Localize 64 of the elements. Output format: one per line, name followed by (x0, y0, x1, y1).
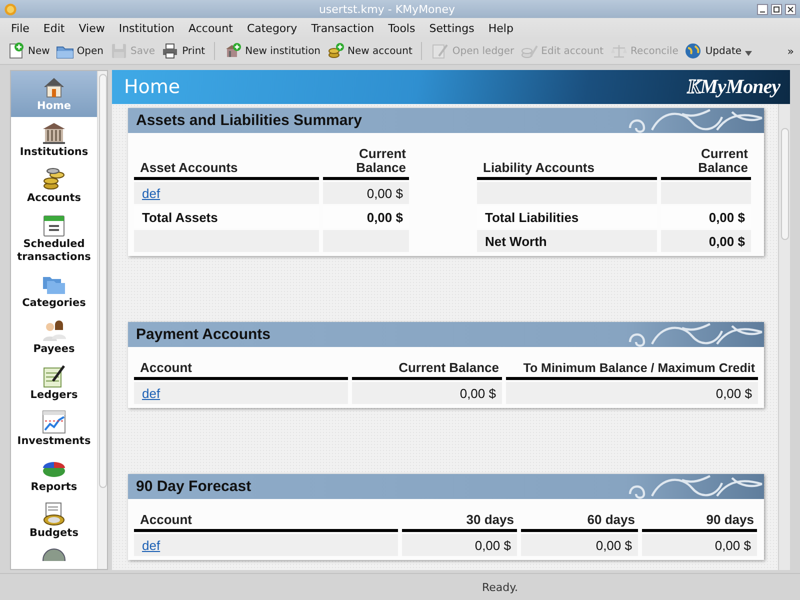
sidebar-item[interactable]: Institutions (11, 117, 97, 163)
sidebar-item[interactable]: Scheduled transactions (11, 209, 97, 268)
close-icon[interactable] (785, 4, 796, 14)
scrollbar-thumb[interactable] (98, 74, 106, 488)
sidebar-item[interactable]: Ledgers (11, 360, 97, 406)
toolbar-button[interactable]: Open (52, 39, 107, 63)
printer-icon (161, 42, 180, 60)
menu-item[interactable]: Category (240, 22, 304, 34)
new-document-icon (7, 42, 25, 60)
account-link[interactable]: def (142, 186, 160, 200)
table-cell: 0,00 $ (402, 534, 517, 556)
scales-icon (610, 42, 628, 60)
coins-icon (326, 42, 345, 60)
card-title: Assets and Liabilities Summary (136, 112, 362, 129)
restore-icon[interactable] (771, 4, 782, 14)
sidebar-item[interactable]: Investments (11, 406, 97, 452)
bank-building-icon (224, 42, 242, 60)
sidebar-item[interactable]: Reports (11, 452, 97, 498)
app-logo: KMyMoney (687, 76, 780, 98)
card-title: Payment Accounts (136, 326, 270, 343)
status-text: Ready. (482, 580, 518, 594)
sidebar-item[interactable]: Categories (11, 268, 97, 314)
table-cell: 0,00 $ (323, 182, 409, 204)
ledger-pen-icon (431, 42, 450, 60)
globe-icon (684, 42, 702, 60)
menu-item[interactable]: Edit (36, 22, 72, 34)
menu-item[interactable]: Account (182, 22, 240, 34)
caret-icon (744, 51, 752, 56)
card-title: 90 Day Forecast (136, 478, 252, 495)
receipt-coins-icon (41, 501, 67, 527)
sidebar-item[interactable]: Accounts (11, 163, 97, 209)
menu-item[interactable]: File (4, 22, 36, 34)
minimize-icon[interactable] (757, 4, 768, 14)
table-cell: 0,00 $ (661, 230, 751, 252)
toolbar-button[interactable]: New institution (221, 39, 324, 63)
toolbar-button[interactable]: New account (324, 39, 416, 63)
menu-item[interactable]: View (72, 22, 112, 34)
table-cell: 0,00 $ (642, 534, 757, 556)
bank-building-icon (41, 120, 67, 146)
sidebar-item[interactable]: Budgets (11, 498, 97, 544)
coin-icon (41, 547, 67, 561)
account-link[interactable]: def (142, 386, 160, 400)
sidebar-item[interactable]: Payees (11, 314, 97, 360)
account-link[interactable]: def (142, 538, 160, 552)
page-title: Home (124, 76, 180, 98)
menu-item[interactable]: Tools (381, 22, 422, 34)
menu-item[interactable]: Help (481, 22, 520, 34)
overflow-button[interactable]: » (787, 44, 796, 58)
menu-item[interactable]: Settings (422, 22, 482, 34)
toolbar-button[interactable]: Update (681, 39, 755, 63)
ledger-pen-icon (41, 363, 67, 389)
app-icon (4, 2, 17, 16)
coins-icon (41, 166, 67, 192)
toolbar-button[interactable]: New (4, 39, 53, 63)
stock-chart-icon (41, 409, 67, 435)
table-cell: 0,00 $ (506, 382, 758, 404)
menu-item[interactable]: Institution (112, 22, 182, 34)
table-cell: 0,00 $ (352, 382, 502, 404)
menu-item[interactable]: Transaction (304, 22, 382, 34)
window-title: usertst.kmy - KMyMoney (318, 2, 456, 16)
table-cell: Net Worth (477, 230, 657, 252)
scrollbar-thumb[interactable] (780, 128, 788, 240)
toolbar-button[interactable]: Print (158, 39, 208, 63)
table-cell: 0,00 $ (521, 534, 638, 556)
